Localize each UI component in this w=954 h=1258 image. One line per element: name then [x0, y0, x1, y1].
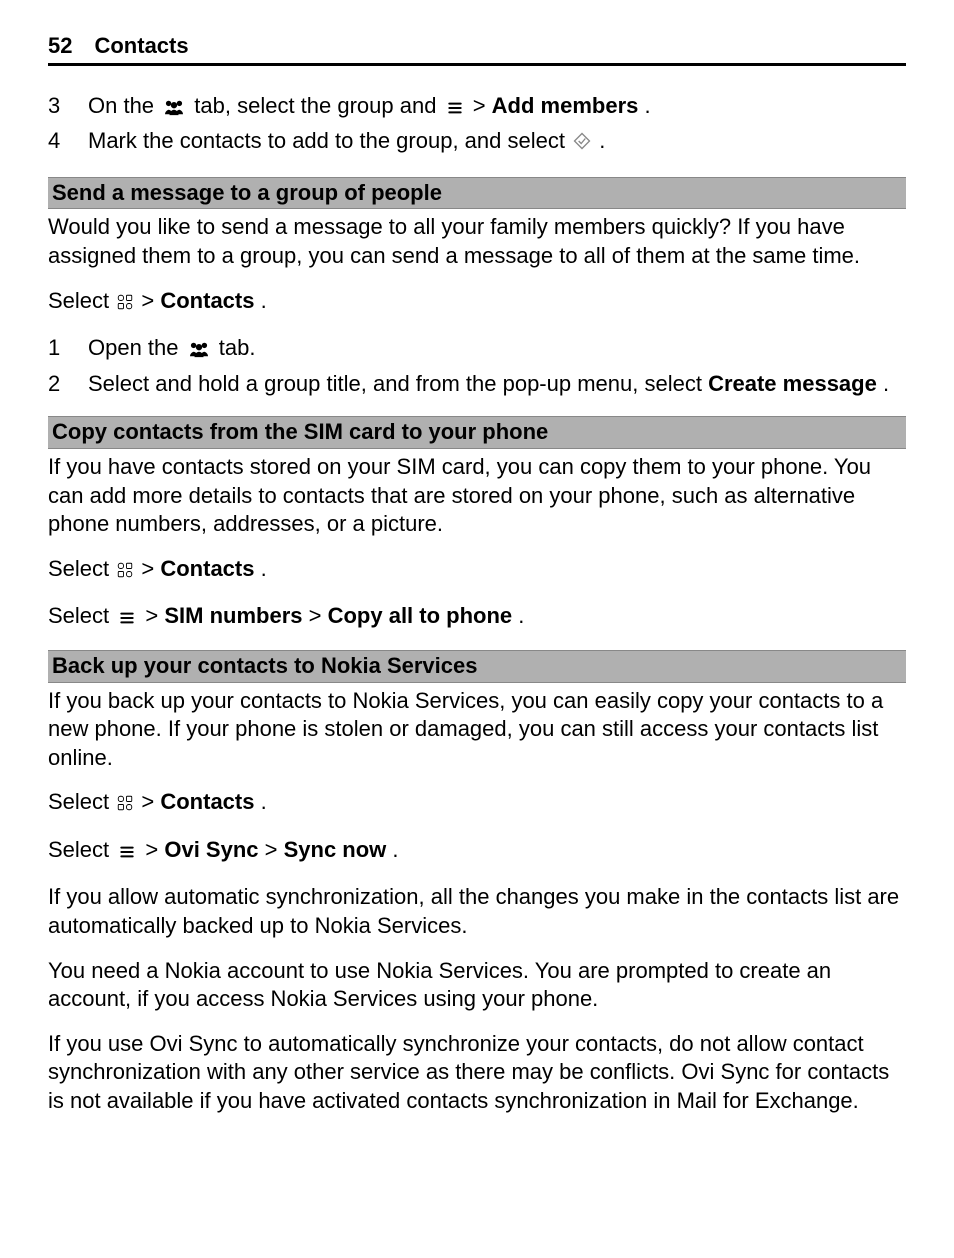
step-text: On the tab, select the group and > Add m… — [88, 92, 651, 124]
step-4: 4 Mark the contacts to add to the group,… — [48, 127, 906, 159]
section-paragraph: If you have contacts stored on your SIM … — [48, 453, 906, 539]
page-title: Contacts — [94, 32, 188, 61]
group-icon — [186, 337, 212, 366]
select-line: Select > Contacts . — [48, 555, 906, 587]
sec1-steps: 1 Open the tab. 2 Select and hold a grou… — [48, 334, 906, 398]
group-icon — [161, 95, 187, 124]
confirm-icon — [572, 130, 592, 159]
intro-steps: 3 On the tab, select the group and > Add… — [48, 92, 906, 159]
step-text: Open the tab. — [88, 334, 255, 366]
step-2: 2 Select and hold a group title, and fro… — [48, 370, 906, 399]
select-line: Select > SIM numbers > Copy all to phone… — [48, 602, 906, 634]
apps-icon — [116, 558, 134, 587]
section-heading-send-message: Send a message to a group of people — [48, 177, 906, 210]
section-paragraph: If you back up your contacts to Nokia Se… — [48, 687, 906, 773]
select-line: Select > Contacts . — [48, 287, 906, 319]
section-paragraph: If you use Ovi Sync to automatically syn… — [48, 1030, 906, 1116]
step-text: Select and hold a group title, and from … — [88, 370, 889, 399]
step-number: 2 — [48, 370, 88, 399]
select-line: Select > Contacts . — [48, 788, 906, 820]
section-paragraph: You need a Nokia account to use Nokia Se… — [48, 957, 906, 1014]
page-number: 52 — [48, 32, 72, 61]
page-header: 52 Contacts — [48, 32, 906, 66]
apps-icon — [116, 791, 134, 820]
step-number: 1 — [48, 334, 88, 366]
step-number: 3 — [48, 92, 88, 124]
step-number: 4 — [48, 127, 88, 159]
manual-page: 52 Contacts 3 On the tab, select the gro… — [0, 0, 954, 1180]
select-line: Select > Ovi Sync > Sync now . — [48, 836, 906, 868]
step-1: 1 Open the tab. — [48, 334, 906, 366]
step-3: 3 On the tab, select the group and > Add… — [48, 92, 906, 124]
section-paragraph: Would you like to send a message to all … — [48, 213, 906, 270]
menu-icon — [116, 839, 138, 868]
step-text: Mark the contacts to add to the group, a… — [88, 127, 605, 159]
section-paragraph: If you allow automatic synchronization, … — [48, 883, 906, 940]
section-heading-copy-sim: Copy contacts from the SIM card to your … — [48, 416, 906, 449]
apps-icon — [116, 290, 134, 319]
menu-icon — [444, 95, 466, 124]
section-heading-backup: Back up your contacts to Nokia Services — [48, 650, 906, 683]
menu-icon — [116, 605, 138, 634]
